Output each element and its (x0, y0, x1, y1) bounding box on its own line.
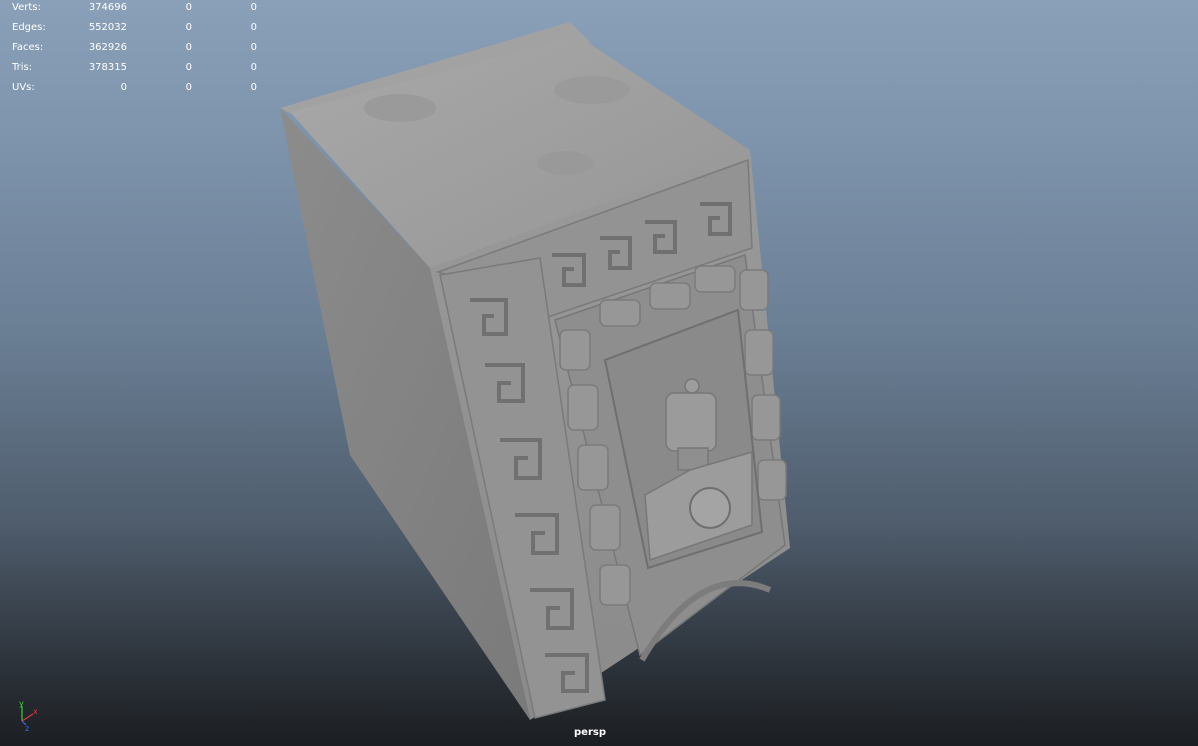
hud-row-tris: Tris: 378315 0 0 (0, 61, 270, 75)
hud-label: Verts: (12, 2, 41, 13)
axis-x-label: x (33, 707, 38, 716)
top-dent (364, 94, 436, 122)
hud-value: 0 (250, 82, 257, 93)
hud-label: UVs: (12, 82, 35, 93)
hud-label: Faces: (12, 42, 44, 53)
sculpted-block-model[interactable] (0, 0, 1198, 746)
axis-x-line (21, 713, 34, 722)
hud-label: Edges: (12, 22, 46, 33)
hud-value: 0 (185, 62, 192, 73)
hud-value: 0 (250, 2, 257, 13)
hud-value: 0 (185, 42, 192, 53)
hud-row-verts: Verts: 374696 0 0 (0, 1, 270, 15)
hud-value: 0 (185, 22, 192, 33)
top-dent (554, 76, 630, 104)
hud-value: 0 (185, 82, 192, 93)
axis-gizmo: y x z (19, 699, 38, 731)
hud-value: 362926 (88, 42, 127, 53)
hud-label: Tris: (12, 62, 33, 73)
hud-value: 0 (250, 42, 257, 53)
axis-y-label: y (19, 699, 24, 708)
hud-value: 0 (250, 22, 257, 33)
hud-value: 374696 (88, 2, 127, 13)
hud-value: 0 (250, 62, 257, 73)
top-dent (537, 151, 593, 175)
hud-value: 552032 (88, 22, 127, 33)
3d-viewport[interactable]: Verts: 374696 0 0 Edges: 552032 0 0 Face… (0, 0, 1198, 746)
axis-z-label: z (25, 724, 29, 731)
hud-value: 0 (185, 2, 192, 13)
hud-row-uvs: UVs: 0 0 0 (0, 81, 270, 95)
camera-name-label: persp (574, 727, 606, 738)
hud-row-edges: Edges: 552032 0 0 (0, 21, 270, 35)
hud-row-faces: Faces: 362926 0 0 (0, 41, 270, 55)
hud-value: 378315 (88, 62, 127, 73)
hud-value: 0 (120, 82, 127, 93)
